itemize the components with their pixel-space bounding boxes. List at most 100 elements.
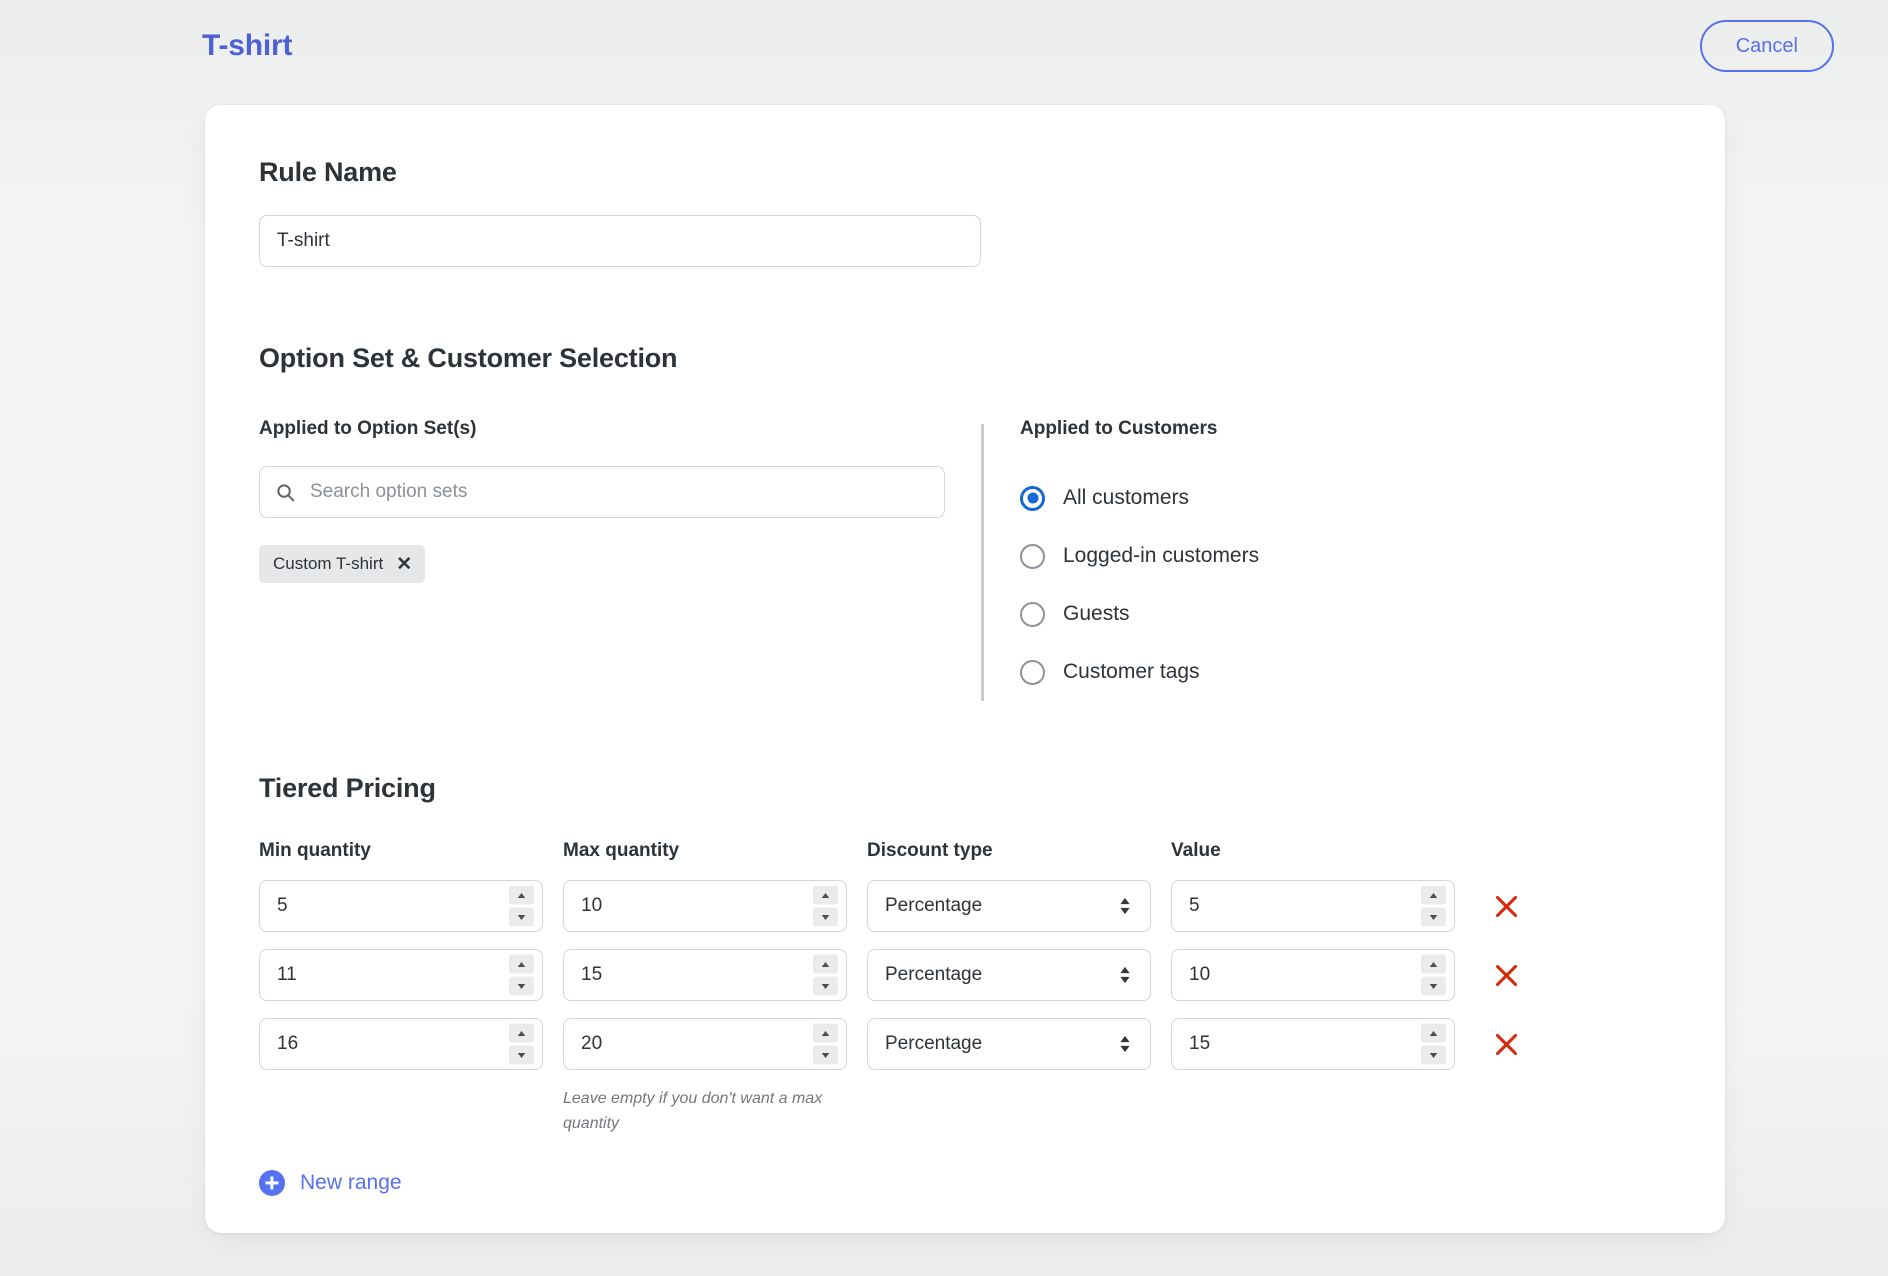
stepper-down-icon[interactable] <box>509 977 534 996</box>
max-quantity-stepper[interactable] <box>563 949 847 1001</box>
column-header-min-quantity: Min quantity <box>259 840 543 880</box>
stepper-down-icon[interactable] <box>509 908 534 927</box>
max-quantity-input[interactable] <box>564 950 846 1000</box>
stepper-down-icon[interactable] <box>1421 1046 1446 1065</box>
value-stepper[interactable] <box>1171 880 1455 932</box>
min-quantity-input[interactable] <box>260 1019 542 1069</box>
radio-label: Customer tags <box>1063 660 1200 684</box>
max-quantity-stepper[interactable] <box>563 1018 847 1070</box>
column-header-value: Value <box>1171 840 1455 880</box>
stepper-buttons <box>1421 955 1446 996</box>
stepper-buttons <box>813 1024 838 1065</box>
customers-column: Applied to Customers All customers Logge… <box>984 418 1671 701</box>
option-sets-label: Applied to Option Set(s) <box>259 418 981 440</box>
stepper-buttons <box>813 955 838 996</box>
radio-icon[interactable] <box>1020 486 1045 511</box>
tiered-pricing-heading: Tiered Pricing <box>259 773 1671 804</box>
search-icon <box>276 483 295 502</box>
max-quantity-input[interactable] <box>564 1019 846 1069</box>
rule-name-input[interactable] <box>259 215 981 267</box>
stepper-buttons <box>509 955 534 996</box>
chip-label: Custom T-shirt <box>273 554 383 574</box>
min-quantity-stepper[interactable] <box>259 949 543 1001</box>
stepper-down-icon[interactable] <box>509 1046 534 1065</box>
delete-row-button[interactable] <box>1455 893 1671 920</box>
rule-editor-card: Rule Name Option Set & Customer Selectio… <box>205 105 1725 1233</box>
max-quantity-hint: Leave empty if you don't want a max quan… <box>563 1070 849 1137</box>
option-customer-section: Option Set & Customer Selection Applied … <box>259 343 1671 701</box>
rule-name-section: Rule Name <box>259 157 1671 267</box>
radio-option-guests[interactable]: Guests <box>1020 585 1671 643</box>
top-bar: T-shirt Cancel <box>0 0 1888 92</box>
option-customer-columns: Applied to Option Set(s) Custom T-shirt … <box>259 418 1671 701</box>
tiered-pricing-table: Min quantity Max quantity Discount type … <box>259 840 1671 1137</box>
discount-type-value: Percentage <box>868 1033 982 1055</box>
value-input[interactable] <box>1172 950 1454 1000</box>
min-quantity-input[interactable] <box>260 950 542 1000</box>
chip-remove-icon[interactable]: ✕ <box>396 555 412 574</box>
radio-icon[interactable] <box>1020 544 1045 569</box>
min-quantity-stepper[interactable] <box>259 880 543 932</box>
customer-radio-group: All customers Logged-in customers Guests… <box>1020 469 1671 701</box>
min-quantity-stepper[interactable] <box>259 1018 543 1070</box>
stepper-up-icon[interactable] <box>813 1024 838 1043</box>
rule-name-heading: Rule Name <box>259 157 1671 188</box>
value-input[interactable] <box>1172 881 1454 931</box>
delete-row-button[interactable] <box>1455 1031 1671 1058</box>
discount-type-select[interactable]: Percentage <box>867 880 1151 932</box>
stepper-up-icon[interactable] <box>1421 886 1446 905</box>
stepper-down-icon[interactable] <box>813 1046 838 1065</box>
radio-option-all-customers[interactable]: All customers <box>1020 469 1671 527</box>
cancel-button[interactable]: Cancel <box>1700 20 1834 72</box>
new-range-button[interactable]: New range <box>259 1170 402 1196</box>
discount-type-select[interactable]: Percentage <box>867 949 1151 1001</box>
option-set-search[interactable] <box>259 466 945 518</box>
new-range-label: New range <box>300 1171 402 1195</box>
stepper-up-icon[interactable] <box>509 886 534 905</box>
delete-row-button[interactable] <box>1455 962 1671 989</box>
radio-icon[interactable] <box>1020 602 1045 627</box>
customers-label: Applied to Customers <box>1020 418 1671 440</box>
column-header-max-quantity: Max quantity <box>563 840 847 880</box>
min-quantity-input[interactable] <box>260 881 542 931</box>
stepper-up-icon[interactable] <box>1421 1024 1446 1043</box>
radio-label: All customers <box>1063 486 1189 510</box>
stepper-up-icon[interactable] <box>509 955 534 974</box>
radio-option-logged-in-customers[interactable]: Logged-in customers <box>1020 527 1671 585</box>
select-updown-icon <box>1120 1036 1130 1053</box>
stepper-up-icon[interactable] <box>509 1024 534 1043</box>
discount-type-value: Percentage <box>868 964 982 986</box>
stepper-buttons <box>1421 1024 1446 1065</box>
stepper-down-icon[interactable] <box>813 977 838 996</box>
stepper-buttons <box>1421 886 1446 927</box>
select-updown-icon <box>1120 967 1130 984</box>
column-header-discount-type: Discount type <box>867 840 1151 880</box>
discount-type-value: Percentage <box>868 895 982 917</box>
value-stepper[interactable] <box>1171 1018 1455 1070</box>
select-updown-icon <box>1120 898 1130 915</box>
option-customer-heading: Option Set & Customer Selection <box>259 343 1671 374</box>
radio-option-customer-tags[interactable]: Customer tags <box>1020 643 1671 701</box>
stepper-buttons <box>509 886 534 927</box>
stepper-up-icon[interactable] <box>1421 955 1446 974</box>
radio-label: Logged-in customers <box>1063 544 1259 568</box>
radio-icon[interactable] <box>1020 660 1045 685</box>
stepper-down-icon[interactable] <box>813 908 838 927</box>
max-quantity-input[interactable] <box>564 881 846 931</box>
stepper-buttons <box>813 886 838 927</box>
stepper-up-icon[interactable] <box>813 886 838 905</box>
stepper-buttons <box>509 1024 534 1065</box>
tiered-pricing-section: Tiered Pricing Min quantity Max quantity… <box>259 773 1671 1201</box>
radio-label: Guests <box>1063 602 1130 626</box>
plus-icon <box>259 1170 285 1196</box>
value-stepper[interactable] <box>1171 949 1455 1001</box>
max-quantity-stepper[interactable] <box>563 880 847 932</box>
option-set-chip[interactable]: Custom T-shirt ✕ <box>259 545 425 583</box>
search-input[interactable] <box>310 481 928 503</box>
stepper-down-icon[interactable] <box>1421 977 1446 996</box>
discount-type-select[interactable]: Percentage <box>867 1018 1151 1070</box>
stepper-down-icon[interactable] <box>1421 908 1446 927</box>
page-title: T-shirt <box>202 29 292 63</box>
stepper-up-icon[interactable] <box>813 955 838 974</box>
value-input[interactable] <box>1172 1019 1454 1069</box>
